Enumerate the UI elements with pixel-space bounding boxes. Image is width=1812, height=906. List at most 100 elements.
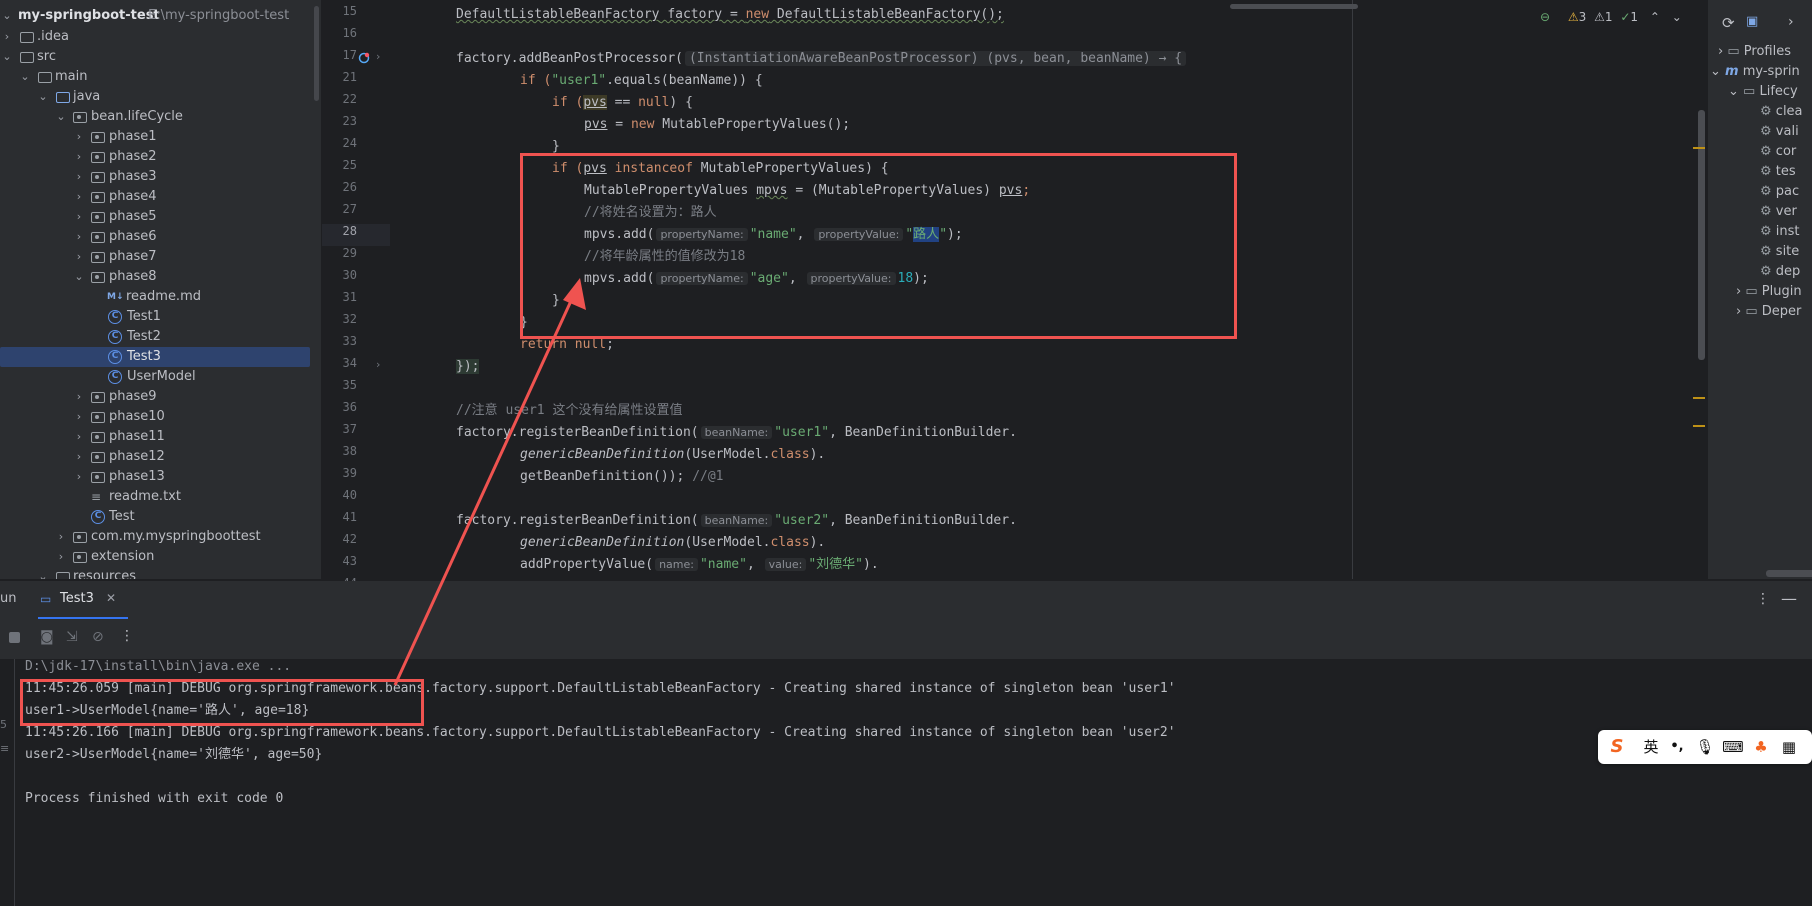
maven-goal-install[interactable]: ⚙ inst bbox=[1760, 222, 1800, 242]
tree-item-resources[interactable]: ⌄ resources bbox=[0, 567, 321, 579]
maven-goal-package[interactable]: ⚙ pac bbox=[1760, 182, 1799, 202]
chevron-right-icon[interactable]: › bbox=[72, 167, 86, 187]
maven-goal-test[interactable]: ⚙ tes bbox=[1760, 162, 1796, 182]
chevron-right-icon[interactable]: › bbox=[72, 447, 86, 467]
chevron-down-icon[interactable]: ⌄ bbox=[18, 67, 32, 87]
ime-punctuation-toggle[interactable]: •, bbox=[1666, 736, 1688, 758]
refresh-icon[interactable]: ⟳ bbox=[1722, 14, 1735, 32]
chevron-right-icon[interactable]: › bbox=[72, 387, 86, 407]
maven-goal-validate[interactable]: ⚙ vali bbox=[1760, 122, 1799, 142]
tree-item-java[interactable]: ⌄ java bbox=[0, 87, 321, 107]
maven-item-project[interactable]: ⌄ m my-sprin bbox=[1710, 62, 1800, 82]
chevron-right-icon[interactable]: › bbox=[1736, 284, 1741, 299]
chevron-right-icon[interactable]: › bbox=[72, 207, 86, 227]
chevron-right-icon[interactable]: › bbox=[1788, 14, 1794, 30]
override-icon[interactable] bbox=[358, 52, 370, 64]
chevron-right-icon[interactable]: › bbox=[72, 247, 86, 267]
tree-item-test[interactable]: C Test bbox=[0, 507, 321, 527]
tree-item-test2[interactable]: C Test2 bbox=[0, 327, 321, 347]
chevron-right-icon[interactable]: › bbox=[1736, 304, 1741, 319]
chevron-right-icon[interactable]: › bbox=[54, 547, 68, 567]
tree-item-readme-md[interactable]: M↓ readme.md bbox=[0, 287, 321, 307]
tree-item-phase12[interactable]: › phase12 bbox=[0, 447, 321, 467]
circle-minus-icon[interactable]: ⊖ bbox=[1540, 10, 1550, 24]
tree-item-com-my-myspringboottest[interactable]: › com.my.myspringboottest bbox=[0, 527, 321, 547]
tree-item-phase5[interactable]: › phase5 bbox=[0, 207, 321, 227]
chevron-right-icon[interactable]: › bbox=[1718, 44, 1723, 59]
chevron-down-icon[interactable]: ⌄ bbox=[1728, 84, 1739, 99]
chevron-right-icon[interactable]: › bbox=[72, 427, 86, 447]
tree-item-phase7[interactable]: › phase7 bbox=[0, 247, 321, 267]
tree-item-test3[interactable]: C Test3 bbox=[0, 347, 310, 367]
fold-icon[interactable]: › bbox=[376, 50, 380, 63]
maven-goal-verify[interactable]: ⚙ ver bbox=[1760, 202, 1797, 222]
project-scrollbar[interactable] bbox=[314, 6, 319, 101]
maven-scrollbar[interactable] bbox=[1766, 570, 1812, 577]
chevron-down-icon[interactable]: ⌄ bbox=[72, 267, 86, 287]
camera-icon[interactable]: ◙ bbox=[40, 629, 54, 645]
restore-layout-icon[interactable]: ⇲ bbox=[66, 629, 78, 645]
chevron-down-icon[interactable]: ⌄ bbox=[1710, 64, 1721, 79]
tree-item-phase11[interactable]: › phase11 bbox=[0, 427, 321, 447]
chevron-right-icon[interactable]: › bbox=[72, 467, 86, 487]
stop-icon[interactable] bbox=[9, 632, 20, 643]
warning-marker[interactable] bbox=[1693, 147, 1705, 149]
tree-item-phase1[interactable]: › phase1 bbox=[0, 127, 321, 147]
warning-marker[interactable] bbox=[1693, 397, 1705, 399]
maven-item-dependencies[interactable]: › ▭ Deper bbox=[1736, 302, 1801, 322]
skin-icon[interactable]: ♣ bbox=[1750, 736, 1772, 758]
inspection-widget[interactable]: ⊖ ⚠3 ⚠1 ✓1 ⌃ ⌄ bbox=[1540, 10, 1682, 30]
tree-item-phase10[interactable]: › phase10 bbox=[0, 407, 321, 427]
project-root[interactable]: ⌄ my-springboot-test E:\my-springboot-te… bbox=[0, 6, 321, 26]
maven-goal-clean[interactable]: ⚙ clea bbox=[1760, 102, 1803, 122]
tree-item-bean-lifecycle[interactable]: ⌄ bean.lifeCycle bbox=[0, 107, 321, 127]
chevron-right-icon[interactable]: › bbox=[72, 187, 86, 207]
tree-item-phase2[interactable]: › phase2 bbox=[0, 147, 321, 167]
maven-goal-site[interactable]: ⚙ site bbox=[1760, 242, 1799, 262]
minimize-icon[interactable]: — bbox=[1781, 589, 1797, 608]
chevron-right-icon[interactable]: › bbox=[0, 27, 14, 47]
tree-item-phase8[interactable]: ⌄ phase8 bbox=[0, 267, 321, 287]
warning-marker[interactable] bbox=[1693, 425, 1705, 427]
chevron-right-icon[interactable]: › bbox=[72, 127, 86, 147]
close-icon[interactable]: ✕ bbox=[106, 591, 116, 605]
chevron-down-icon[interactable]: ⌄ bbox=[1672, 10, 1682, 24]
chevron-up-icon[interactable]: ⌃ bbox=[1650, 10, 1660, 24]
microphone-icon[interactable]: 🎙 bbox=[1694, 736, 1716, 758]
tree-item-phase4[interactable]: › phase4 bbox=[0, 187, 321, 207]
tree-item-extension[interactable]: › extension bbox=[0, 547, 321, 567]
tree-item-usermodel[interactable]: C UserModel bbox=[0, 367, 321, 387]
tree-item-idea[interactable]: › .idea bbox=[0, 27, 321, 47]
tree-item-test1[interactable]: C Test1 bbox=[0, 307, 321, 327]
maven-goal-compile[interactable]: ⚙ cor bbox=[1760, 142, 1796, 162]
chevron-right-icon[interactable]: › bbox=[72, 407, 86, 427]
lambda-fold-hint[interactable]: (InstantiationAwareBeanPostProcessor) (p… bbox=[684, 51, 1187, 66]
maven-goal-deploy[interactable]: ⚙ dep bbox=[1760, 262, 1800, 282]
chevron-down-icon[interactable]: ⌄ bbox=[36, 87, 50, 107]
tree-item-main[interactable]: ⌄ main bbox=[0, 67, 321, 87]
chevron-down-icon[interactable]: ⌄ bbox=[54, 107, 68, 127]
maven-folder-icon[interactable]: ▣ bbox=[1746, 14, 1758, 29]
tree-item-phase13[interactable]: › phase13 bbox=[0, 467, 321, 487]
tree-item-src[interactable]: ⌄ src bbox=[0, 47, 321, 67]
chevron-right-icon[interactable]: › bbox=[72, 227, 86, 247]
sogou-logo-icon[interactable]: S bbox=[1606, 736, 1628, 758]
chevron-down-icon[interactable]: ⌄ bbox=[36, 567, 50, 579]
tree-item-phase3[interactable]: › phase3 bbox=[0, 167, 321, 187]
chevron-down-icon[interactable]: ⌄ bbox=[0, 6, 14, 26]
chevron-right-icon[interactable]: › bbox=[72, 147, 86, 167]
chevron-right-icon[interactable]: › bbox=[54, 527, 68, 547]
tree-item-readme-txt[interactable]: ≡ readme.txt bbox=[0, 487, 321, 507]
tree-item-phase6[interactable]: › phase6 bbox=[0, 227, 321, 247]
maven-item-profiles[interactable]: › ▭ Profiles bbox=[1718, 42, 1791, 62]
tab-test3[interactable]: ▭ Test3 ✕ bbox=[38, 581, 128, 619]
maven-item-lifecycle[interactable]: ⌄ ▭ Lifecy bbox=[1728, 82, 1798, 102]
more-options-icon[interactable]: ⋮ bbox=[1756, 591, 1770, 607]
tree-item-phase9[interactable]: › phase9 bbox=[0, 387, 321, 407]
chevron-down-icon[interactable]: ⌄ bbox=[0, 47, 14, 67]
maven-item-plugins[interactable]: › ▭ Plugin bbox=[1736, 282, 1802, 302]
more-options-icon[interactable]: ⋮ bbox=[120, 628, 134, 644]
pin-icon[interactable]: ⊘ bbox=[92, 629, 104, 645]
horizontal-scrollbar[interactable] bbox=[1230, 4, 1358, 9]
keyboard-icon[interactable]: ⌨ bbox=[1722, 736, 1744, 758]
